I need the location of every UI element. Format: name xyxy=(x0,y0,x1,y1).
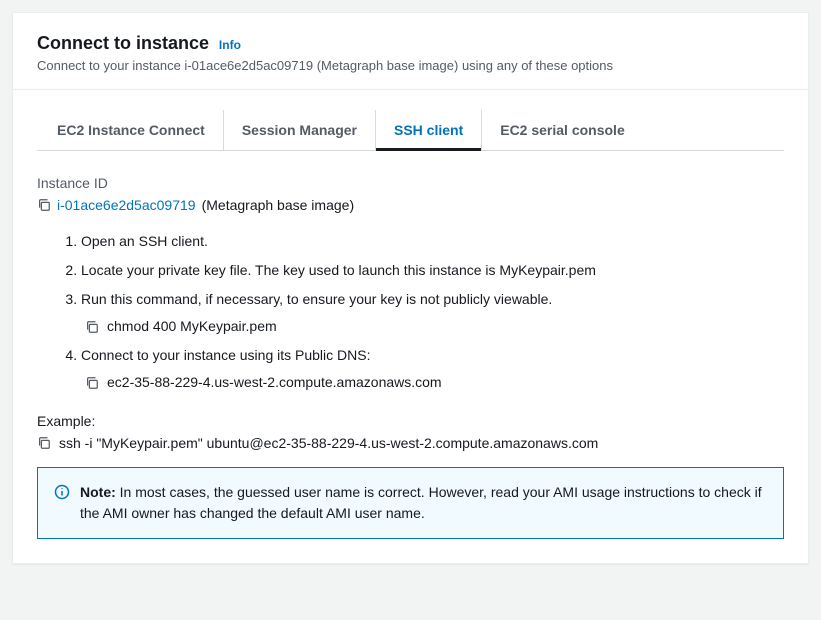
copy-icon[interactable] xyxy=(85,376,99,390)
tab-ssh-client[interactable]: SSH client xyxy=(376,110,482,150)
connection-tabs: EC2 Instance Connect Session Manager SSH… xyxy=(37,110,784,151)
ssh-example-command: ssh -i "MyKeypair.pem" ubuntu@ec2-35-88-… xyxy=(59,435,598,451)
instance-id-link[interactable]: i-01ace6e2d5ac09719 xyxy=(57,197,196,213)
public-dns: ec2-35-88-229-4.us-west-2.compute.amazon… xyxy=(107,372,442,393)
tab-ec2-serial-console[interactable]: EC2 serial console xyxy=(482,110,643,150)
panel-body: EC2 Instance Connect Session Manager SSH… xyxy=(13,90,808,563)
ssh-steps: Open an SSH client. Locate your private … xyxy=(37,231,784,393)
page-subtitle: Connect to your instance i-01ace6e2d5ac0… xyxy=(37,58,784,73)
step-4-text: Connect to your instance using its Publi… xyxy=(81,347,370,363)
note-text: Note: In most cases, the guessed user na… xyxy=(80,482,767,524)
page-title: Connect to instance xyxy=(37,33,209,53)
instance-name-suffix: (Metagraph base image) xyxy=(202,197,355,213)
note-bold: Note: xyxy=(80,484,116,500)
step-1: Open an SSH client. xyxy=(81,231,784,252)
chmod-command: chmod 400 MyKeypair.pem xyxy=(107,316,277,337)
step-3: Run this command, if necessary, to ensur… xyxy=(81,289,784,337)
copy-icon[interactable] xyxy=(85,320,99,334)
instance-id-label: Instance ID xyxy=(37,175,784,191)
panel-header: Connect to instance Info Connect to your… xyxy=(13,13,808,90)
copy-icon[interactable] xyxy=(37,436,51,450)
tab-session-manager[interactable]: Session Manager xyxy=(224,110,376,150)
example-row: ssh -i "MyKeypair.pem" ubuntu@ec2-35-88-… xyxy=(37,435,784,451)
connect-panel: Connect to instance Info Connect to your… xyxy=(12,12,809,564)
step-4-dns-row: ec2-35-88-229-4.us-west-2.compute.amazon… xyxy=(85,372,784,393)
step-3-text: Run this command, if necessary, to ensur… xyxy=(81,291,552,307)
copy-icon[interactable] xyxy=(37,198,51,212)
tab-ec2-instance-connect[interactable]: EC2 Instance Connect xyxy=(37,110,224,150)
note-box: Note: In most cases, the guessed user na… xyxy=(37,467,784,539)
note-body: In most cases, the guessed user name is … xyxy=(80,484,762,521)
step-2: Locate your private key file. The key us… xyxy=(81,260,784,281)
info-icon xyxy=(54,484,70,500)
example-label: Example: xyxy=(37,413,784,429)
step-3-command-row: chmod 400 MyKeypair.pem xyxy=(85,316,784,337)
info-link[interactable]: Info xyxy=(219,38,241,52)
instance-id-row: i-01ace6e2d5ac09719 (Metagraph base imag… xyxy=(37,197,784,213)
step-4: Connect to your instance using its Publi… xyxy=(81,345,784,393)
